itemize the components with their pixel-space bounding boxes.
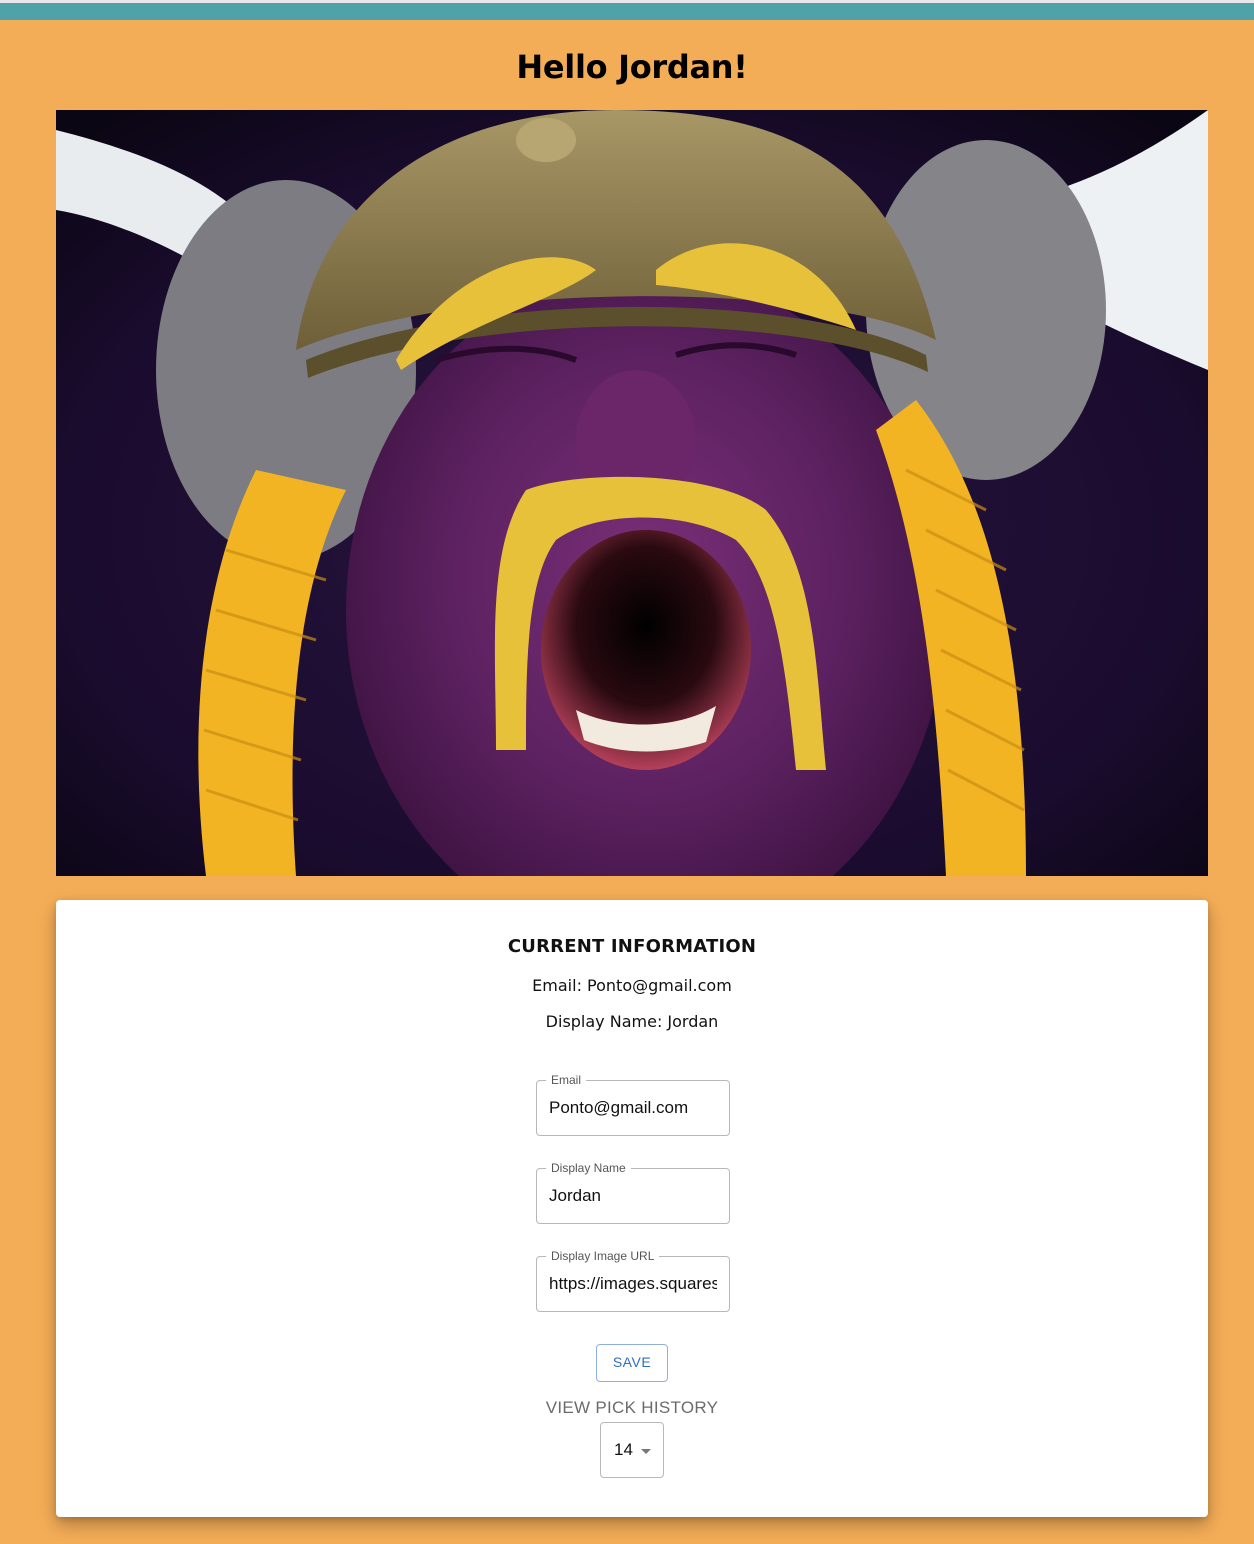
chevron-down-icon [641,1449,651,1454]
display-image-url-input[interactable] [549,1273,717,1295]
display-image-url-field-label: Display Image URL [546,1248,660,1264]
week-select-value: 14 [614,1440,633,1459]
greeting-title: Hello Jordan! [516,48,748,86]
display-name-input[interactable] [549,1185,717,1207]
email-input[interactable] [549,1097,717,1119]
profile-card: CURRENT INFORMATION Email: Ponto@gmail.c… [56,900,1208,1517]
email-field[interactable]: Email [536,1072,730,1136]
current-information-heading: CURRENT INFORMATION [507,936,757,957]
current-display-name: Display Name: Jordan [545,1012,719,1031]
display-image-url-field[interactable]: Display Image URL [536,1248,730,1312]
week-select[interactable]: 14 [600,1422,664,1478]
top-bar [0,0,1254,20]
email-field-label: Email [546,1072,587,1088]
view-pick-history-label: VIEW PICK HISTORY [545,1398,719,1417]
display-name-field-label: Display Name [546,1160,631,1176]
current-email: Email: Ponto@gmail.com [532,976,732,995]
save-button[interactable]: SAVE [596,1344,668,1382]
profile-photo [56,110,1208,876]
display-name-field[interactable]: Display Name [536,1160,730,1224]
